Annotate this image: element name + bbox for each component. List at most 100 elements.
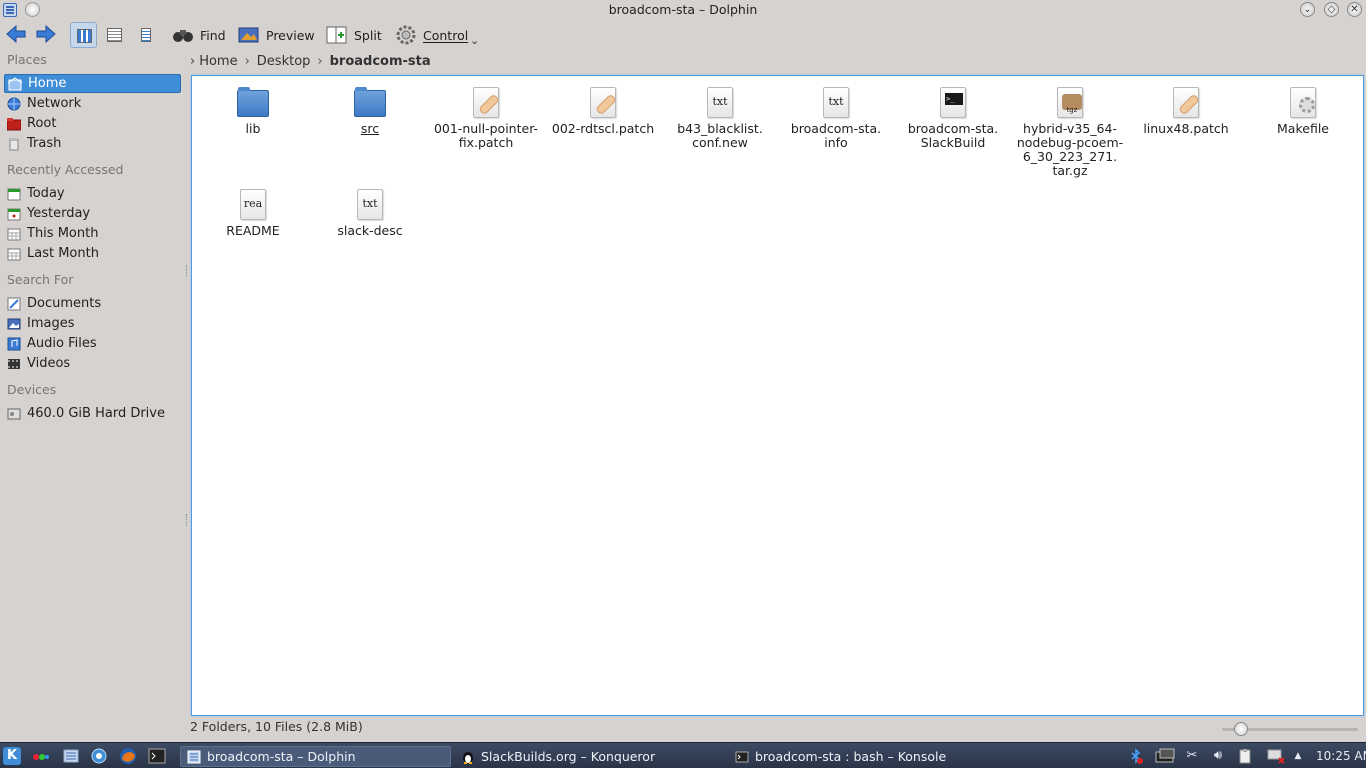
sidebar-item-images[interactable]: Images [4,314,181,333]
panel-splitter[interactable] [186,265,189,277]
sidebar-item-network[interactable]: Network [4,94,181,113]
search-for-heading: Search For [7,272,74,287]
folder-icon [237,87,269,119]
find-label: Find [200,27,226,43]
task-label: broadcom-sta : bash – Konsole [755,749,947,764]
activities-icon[interactable] [32,747,50,765]
devices-heading: Devices [7,382,57,397]
details-view-icon [141,28,151,42]
file-name: README [226,223,280,238]
file-name-line: 6_30_223_271. [1022,149,1118,164]
file-item-text[interactable]: txt b43_blacklist. conf.new [662,87,778,150]
kde-menu-icon[interactable]: K [3,747,21,765]
file-name: lib [245,121,261,136]
patch-file-icon [587,87,619,119]
display-icon[interactable] [1155,748,1177,764]
panel-splitter[interactable] [186,514,189,526]
window-title: broadcom-sta – Dolphin [608,2,758,17]
file-name-line: b43_blacklist. [677,121,763,136]
sidebar-item-documents[interactable]: Documents [4,294,181,313]
file-name-line: nodebug-pcoem- [1016,135,1124,150]
file-item-lib[interactable]: lib [195,87,311,136]
file-item-patch[interactable]: 001-null-pointer- fix.patch [428,87,544,150]
file-item-makefile[interactable]: Makefile [1245,87,1361,136]
chevron-down-icon[interactable]: ⌄ [470,34,479,47]
file-item-readme[interactable]: rea README [195,189,311,238]
sidebar-item-today[interactable]: Today [4,184,181,203]
sidebar-item-root[interactable]: Root [4,114,181,133]
network-icon [7,97,21,111]
sidebar-item-label: Yesterday [27,206,91,221]
firefox-icon[interactable] [119,747,137,765]
file-name: slack-desc [337,223,403,238]
text-file-icon: txt [820,87,852,119]
file-item-patch[interactable]: linux48.patch [1128,87,1244,136]
sidebar-item-label: Home [28,76,67,91]
details-view-button[interactable] [132,22,159,48]
split-button[interactable]: Split [326,24,382,46]
file-item-src[interactable]: src [312,87,428,136]
sidebar-item-this-month[interactable]: This Month [4,224,181,243]
terminal-launcher-icon[interactable] [148,747,166,765]
breadcrumb-item-current[interactable]: broadcom-sta [330,54,431,69]
file-view[interactable]: lib src 001-null-pointer- fix.patch 002-… [191,75,1364,716]
file-item-archive[interactable]: tgz hybrid-v35_64- nodebug-pcoem- 6_30_2… [1012,87,1128,178]
minimize-button[interactable]: ⌄ [1300,2,1315,17]
tray-expand-icon[interactable]: ▲ [1292,748,1304,764]
control-button[interactable]: Control [395,24,468,46]
tux-icon [461,750,475,764]
text-file-icon: txt [354,189,386,221]
network-status-icon[interactable] [1266,748,1286,764]
sidebar-item-label: Videos [27,356,71,371]
task-konqueror[interactable]: SlackBuilds.org – Konqueror [455,746,725,767]
preview-button[interactable]: Preview [238,24,315,46]
shell-script-icon: >_ [937,87,969,119]
chevron-right-icon[interactable]: › [190,54,195,69]
task-konsole[interactable]: broadcom-sta : bash – Konsole [729,746,999,767]
zoom-slider[interactable] [1222,722,1358,736]
maximize-button[interactable]: ◇ [1324,2,1339,17]
breadcrumb-item-desktop[interactable]: Desktop [257,54,311,69]
forward-arrow-icon[interactable] [35,24,57,44]
images-icon [7,317,21,331]
taskbar: K broadcom-sta – Dolphin SlackBuilds.org… [0,742,1366,768]
back-arrow-icon[interactable] [5,24,27,44]
dolphin-icon [187,750,201,764]
dolphin-launcher-icon[interactable] [62,747,80,765]
sidebar-item-videos[interactable]: Videos [4,354,181,373]
find-button[interactable]: Find [172,24,226,46]
bluetooth-icon[interactable] [1128,748,1144,764]
sidebar-item-audio-files[interactable]: Audio Files [4,334,181,353]
sidebar-item-yesterday[interactable]: Yesterday [4,204,181,223]
sidebar-item-trash[interactable]: Trash [4,134,181,153]
volume-icon[interactable]: 🔊︎ [1210,748,1226,764]
zoom-slider-handle[interactable] [1234,722,1248,736]
clock[interactable]: 10:25 AM [1316,749,1366,763]
scissors-icon[interactable]: ✂ [1184,748,1200,764]
binoculars-icon [172,25,194,45]
trash-icon [7,137,21,151]
split-view-icon [326,25,348,45]
sidebar-item-label: This Month [27,226,99,241]
preview-icon [238,25,260,45]
file-item-script[interactable]: >_ broadcom-sta. SlackBuild [895,87,1011,150]
close-button[interactable]: ✕ [1347,2,1362,17]
sidebar-item-home[interactable]: Home [4,74,181,93]
sidebar-item-hard-drive[interactable]: 460.0 GiB Hard Drive [4,404,181,423]
compact-view-button[interactable] [101,22,128,48]
clipboard-icon[interactable] [1237,748,1253,764]
file-name-line: broadcom-sta. [790,121,882,136]
settings-launcher-icon[interactable] [90,747,108,765]
icons-view-button[interactable] [70,22,97,48]
file-item-text[interactable]: txt slack-desc [312,189,428,238]
file-name-line: info [824,135,848,150]
chevron-right-icon[interactable]: › [245,54,250,69]
chevron-right-icon[interactable]: › [317,54,322,69]
task-dolphin[interactable]: broadcom-sta – Dolphin [180,746,451,767]
file-item-patch[interactable]: 002-rdtscl.patch [545,87,661,136]
file-item-text[interactable]: txt broadcom-sta. info [778,87,894,150]
sidebar-item-label: Network [27,96,82,111]
terminal-icon [735,750,749,764]
breadcrumb-item-home[interactable]: Home [199,54,237,69]
sidebar-item-last-month[interactable]: Last Month [4,244,181,263]
